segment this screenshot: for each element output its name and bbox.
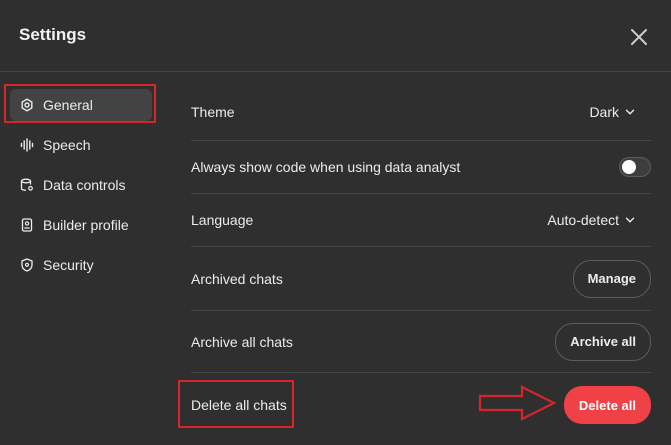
sidebar-item-label: Security xyxy=(43,257,94,273)
theme-label: Theme xyxy=(191,104,235,120)
sidebar-item-general[interactable]: General xyxy=(10,89,152,121)
sidebar-item-builder-profile[interactable]: Builder profile xyxy=(10,209,152,241)
language-label: Language xyxy=(191,212,254,228)
archive-all-button[interactable]: Archive all xyxy=(555,322,651,361)
manage-button[interactable]: Manage xyxy=(572,259,651,298)
sidebar-item-label: Data controls xyxy=(43,177,126,193)
dialog-header: Settings xyxy=(0,0,671,72)
code-toggle-row: Always show code when using data analyst xyxy=(191,141,651,194)
sidebar-item-security[interactable]: Security xyxy=(10,249,152,281)
sidebar-item-label: General xyxy=(43,97,93,113)
archive-all-row: Archive all chats Archive all xyxy=(191,311,651,373)
sidebar-item-label: Builder profile xyxy=(43,217,129,233)
close-button[interactable] xyxy=(626,24,652,50)
delete-all-label: Delete all chats xyxy=(191,397,287,413)
archived-chats-label: Archived chats xyxy=(191,270,283,287)
code-toggle-switch[interactable] xyxy=(619,157,651,177)
archive-all-label: Archive all chats xyxy=(191,333,293,350)
language-row: Language Auto-detect xyxy=(191,194,651,247)
id-badge-icon xyxy=(20,218,34,232)
chevron-down-icon xyxy=(625,109,635,115)
delete-all-row: Delete all chats Delete all xyxy=(191,373,651,437)
settings-sidebar: General Speech Data controls Builder pro… xyxy=(0,72,165,445)
archived-chats-row: Archived chats Manage xyxy=(191,247,651,311)
language-select[interactable]: Auto-detect xyxy=(547,212,635,228)
close-icon xyxy=(631,29,647,45)
sidebar-item-data-controls[interactable]: Data controls xyxy=(10,169,152,201)
dialog-title: Settings xyxy=(19,25,87,44)
theme-value: Dark xyxy=(589,104,619,120)
language-value: Auto-detect xyxy=(547,212,619,228)
annotation-arrow-icon xyxy=(478,385,557,421)
gear-icon xyxy=(20,98,34,112)
toggle-knob xyxy=(622,160,636,174)
sidebar-item-speech[interactable]: Speech xyxy=(10,129,152,161)
waveform-icon xyxy=(20,138,34,152)
theme-row: Theme Dark xyxy=(191,84,651,141)
shield-icon xyxy=(20,258,34,272)
code-toggle-label: Always show code when using data analyst xyxy=(191,159,461,175)
theme-select[interactable]: Dark xyxy=(589,104,635,120)
database-icon xyxy=(20,178,34,192)
sidebar-item-label: Speech xyxy=(43,137,91,153)
chevron-down-icon xyxy=(625,217,635,223)
delete-all-button[interactable]: Delete all xyxy=(563,386,651,424)
